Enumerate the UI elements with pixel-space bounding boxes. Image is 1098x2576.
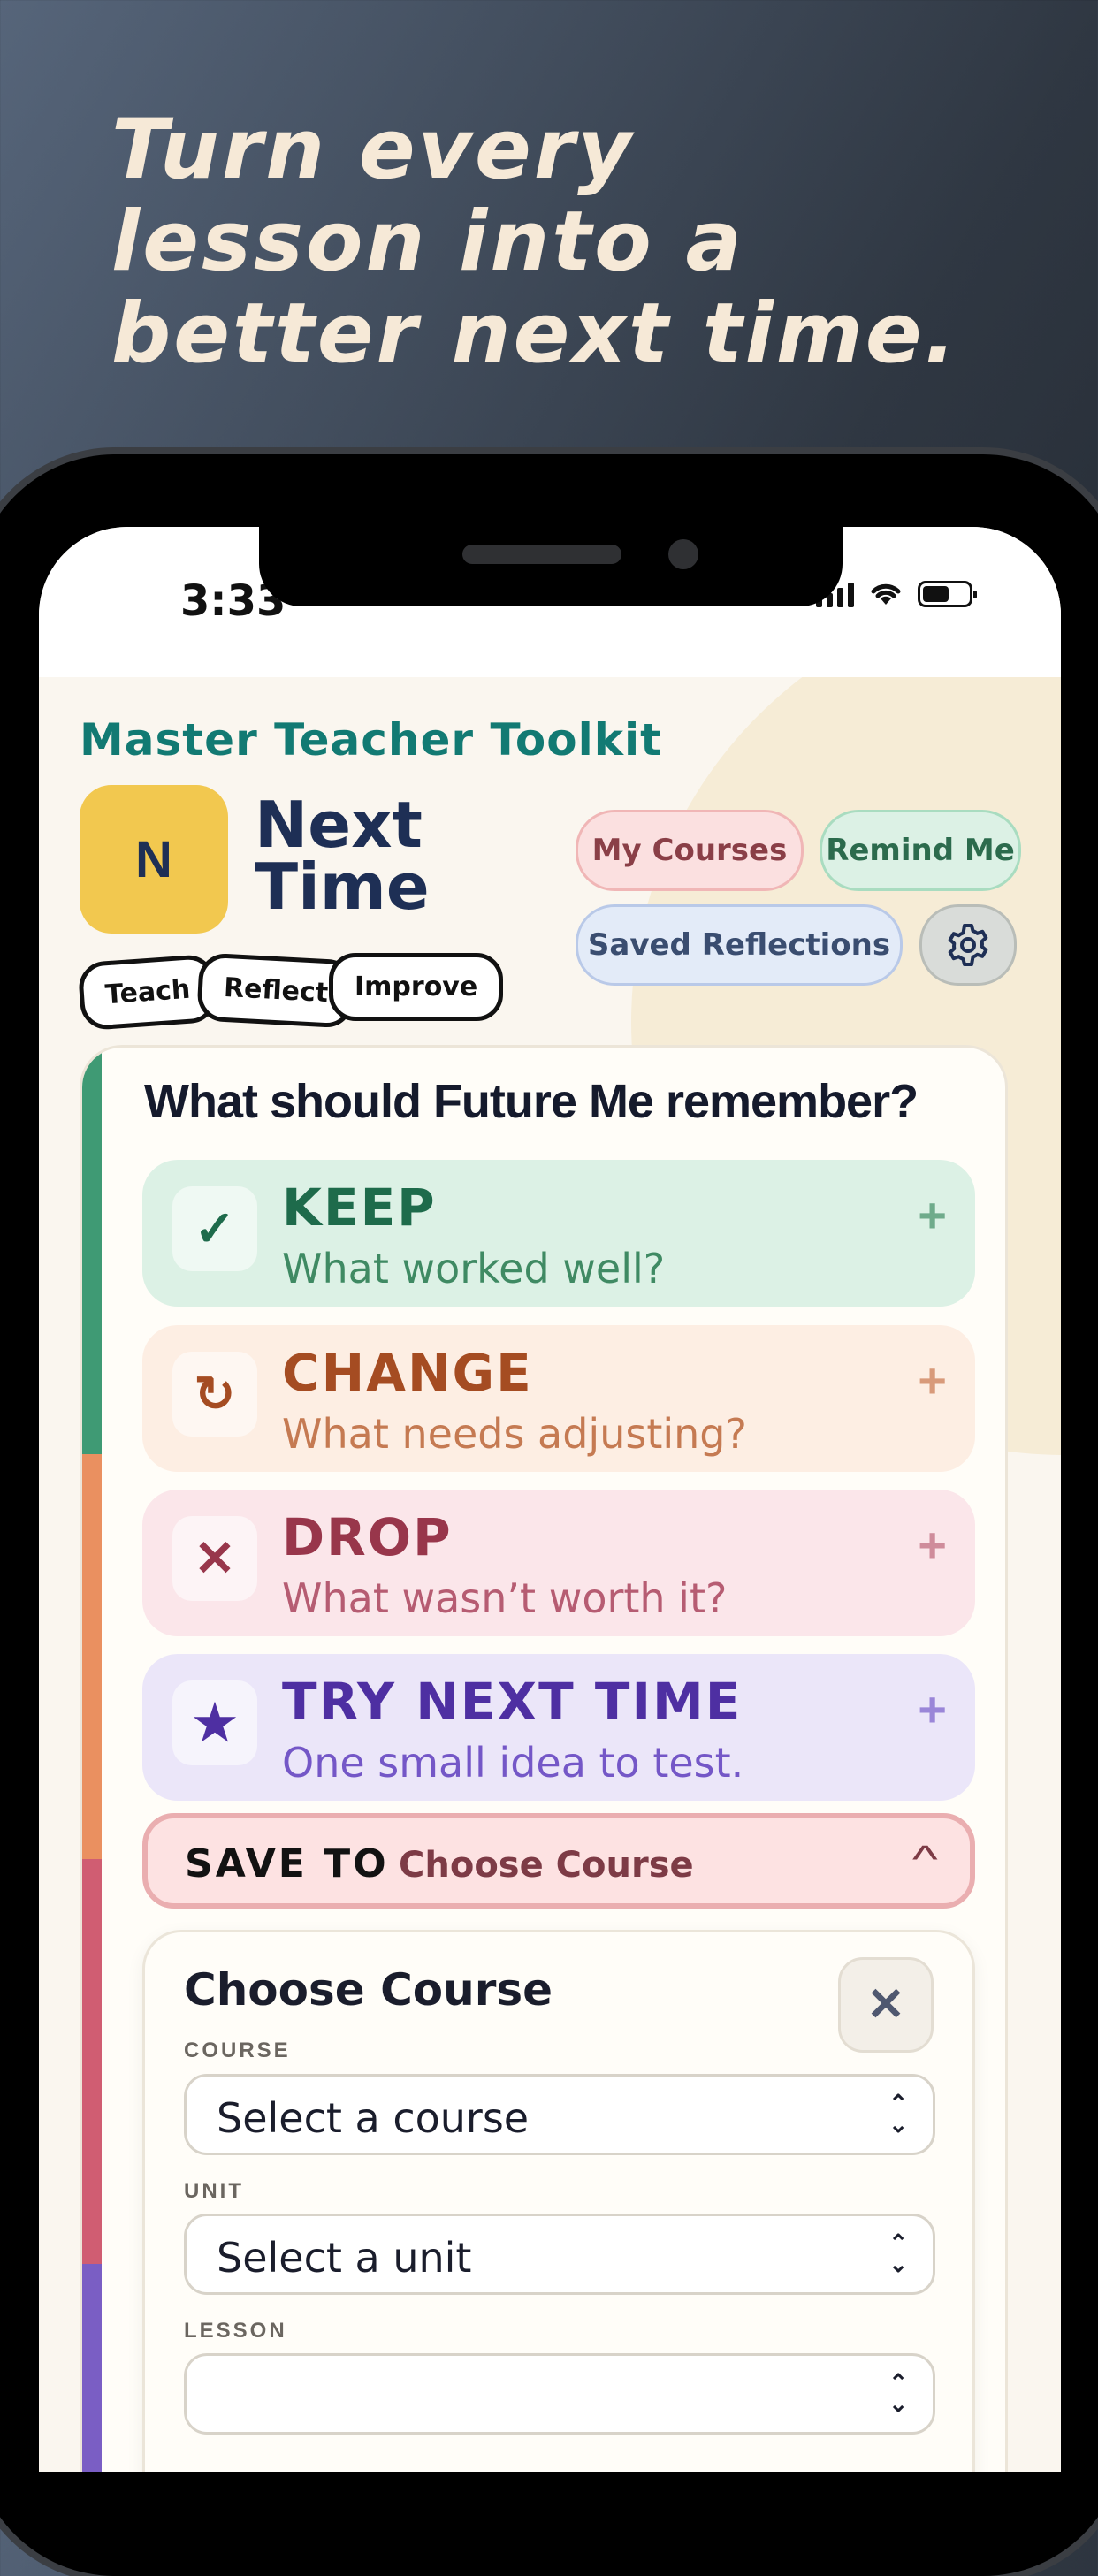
reflection-question: What should Future Me remember? <box>144 1075 919 1128</box>
keep-row[interactable]: ✓ KEEP What worked well? + <box>142 1160 975 1307</box>
drop-add-button[interactable]: + <box>918 1516 947 1574</box>
settings-button[interactable] <box>919 904 1017 986</box>
save-to-value: Choose Course <box>399 1845 694 1886</box>
chevron-up-icon[interactable]: ^ <box>912 1838 938 1882</box>
select-arrows-icon: ⌃ ⌄ <box>888 2090 908 2138</box>
drop-color-bar <box>82 1859 102 2264</box>
select-arrows-icon: ⌃ ⌄ <box>888 2369 908 2417</box>
unit-select-value: Select a unit <box>217 2234 472 2282</box>
try-next-time-title: TRY NEXT TIME <box>282 1672 743 1732</box>
change-color-bar <box>82 1454 102 1859</box>
star-icon: ★ <box>172 1680 257 1765</box>
close-button[interactable]: ✕ <box>838 1957 934 2053</box>
change-row[interactable]: ↻ CHANGE What needs adjusting? + <box>142 1325 975 1472</box>
select-arrows-icon: ⌃ ⌄ <box>888 2229 908 2277</box>
front-camera <box>668 539 698 569</box>
keep-title: KEEP <box>282 1177 437 1238</box>
headline-line-3: better next time. <box>111 286 959 382</box>
status-icons <box>816 580 977 608</box>
keep-subtitle: What worked well? <box>282 1245 666 1292</box>
phone-notch <box>259 525 843 606</box>
course-label: COURSE <box>184 2039 291 2062</box>
tagline-chips: Teach Reflect Improve <box>77 951 504 1040</box>
choose-course-panel: Choose Course ✕ COURSE Select a course ⌃… <box>142 1930 975 2472</box>
save-to-selector[interactable]: SAVE TO Choose Course ^ <box>142 1813 975 1909</box>
headline-line-2: lesson into a <box>111 194 744 290</box>
change-add-button[interactable]: + <box>918 1352 947 1409</box>
toolkit-title: Master Teacher Toolkit <box>80 714 663 766</box>
app-name-line-1: Next <box>255 788 423 862</box>
try-next-time-subtitle: One small idea to test. <box>282 1739 744 1787</box>
gear-icon <box>948 924 988 966</box>
keep-add-button[interactable]: + <box>918 1186 947 1244</box>
wifi-icon <box>871 583 901 605</box>
change-subtitle: What needs adjusting? <box>282 1410 747 1458</box>
try-next-time-row[interactable]: ★ TRY NEXT TIME One small idea to test. … <box>142 1654 975 1801</box>
app-name: Next Time <box>255 788 430 924</box>
app-name-line-2: Time <box>255 850 430 924</box>
headline-line-1: Turn every <box>111 102 635 198</box>
remind-me-button[interactable]: Remind Me <box>820 810 1021 891</box>
app-logo: N <box>80 785 228 934</box>
reflection-card: What should Future Me remember? ✓ KEEP W… <box>80 1045 1008 2472</box>
marketing-headline: Turn every lesson into a better next tim… <box>111 104 1048 380</box>
saved-reflections-button[interactable]: Saved Reflections <box>576 904 903 986</box>
drop-row[interactable]: ✕ DROP What wasn’t worth it? + <box>142 1490 975 1636</box>
x-icon: ✕ <box>172 1516 257 1601</box>
battery-icon <box>918 581 977 607</box>
choose-course-title: Choose Course <box>184 1964 553 2016</box>
save-to-label: SAVE TO <box>185 1841 389 1886</box>
lesson-label: LESSON <box>184 2319 287 2343</box>
drop-title: DROP <box>282 1507 453 1567</box>
phone-screen: 3:33 Master Teacher Toolkit N Next Time … <box>39 527 1061 2472</box>
unit-label: UNIT <box>184 2179 244 2203</box>
battery-level <box>923 586 949 602</box>
change-title: CHANGE <box>282 1343 533 1403</box>
my-courses-button[interactable]: My Courses <box>576 810 804 891</box>
unit-select[interactable]: Select a unit ⌃ ⌄ <box>184 2214 935 2295</box>
course-select[interactable]: Select a course ⌃ ⌄ <box>184 2074 935 2155</box>
refresh-icon: ↻ <box>172 1352 257 1437</box>
drop-subtitle: What wasn’t worth it? <box>282 1574 728 1622</box>
check-icon: ✓ <box>172 1186 257 1271</box>
speaker-grille <box>462 545 621 564</box>
keep-color-bar <box>82 1048 102 1454</box>
try-color-bar <box>82 2264 102 2472</box>
course-select-value: Select a course <box>217 2094 530 2142</box>
chip-improve: Improve <box>329 953 504 1021</box>
lesson-select[interactable]: ⌃ ⌄ <box>184 2353 935 2435</box>
try-next-time-add-button[interactable]: + <box>918 1680 947 1738</box>
